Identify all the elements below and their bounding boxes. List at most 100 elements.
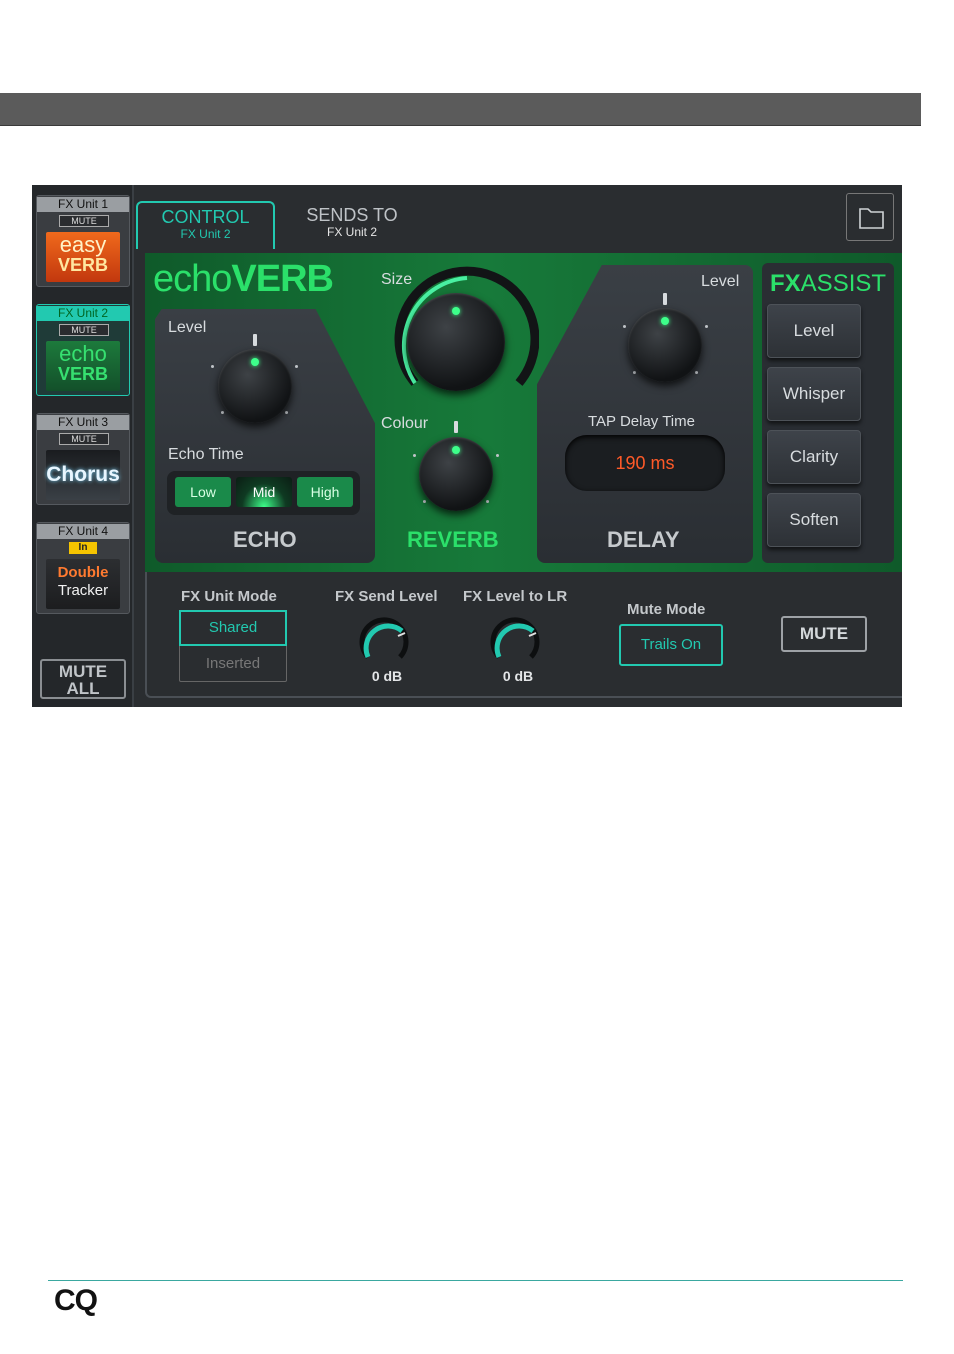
echo-time-low-button[interactable]: Low xyxy=(175,477,231,507)
fx-unit-2[interactable]: FX Unit 2 MUTE echo VERB xyxy=(36,304,130,396)
art-line-2: VERB xyxy=(57,255,108,275)
assist-soften-button[interactable]: Soften xyxy=(767,493,861,547)
fx-assist-bold: FX xyxy=(770,270,801,297)
tab-control[interactable]: CONTROL FX Unit 2 xyxy=(136,201,275,249)
art-line-1: Double xyxy=(57,564,109,581)
fx-unit-3[interactable]: FX Unit 3 MUTE Chorus xyxy=(36,413,130,505)
fx-level-lr-label: FX Level to LR xyxy=(463,588,568,605)
unit-mute-badge[interactable]: MUTE xyxy=(59,215,109,227)
knob-tick xyxy=(633,371,636,374)
mute-all-button[interactable]: MUTE ALL xyxy=(40,659,126,699)
tab-sends-sub: FX Unit 2 xyxy=(326,225,377,239)
mode-inserted-button[interactable]: Inserted xyxy=(180,647,286,681)
assist-level-button[interactable]: Level xyxy=(767,304,861,358)
fx-level-lr-value: 0 dB xyxy=(502,668,534,684)
trails-on-button[interactable]: Trails On xyxy=(619,624,723,666)
folder-icon xyxy=(859,208,884,229)
unit-in-badge[interactable]: In xyxy=(69,542,97,554)
fx-unit-label: FX Unit 3 xyxy=(37,415,129,430)
echo-time-mid-button[interactable]: Mid xyxy=(236,477,292,507)
fx-unit-settings: FX Unit Mode Shared Inserted FX Send Lev… xyxy=(145,572,902,698)
knob-tick xyxy=(695,371,698,374)
fx-send-level-label: FX Send Level xyxy=(335,588,438,605)
assist-clarity-button[interactable]: Clarity xyxy=(767,430,861,484)
tab-control-sub: FX Unit 2 xyxy=(180,227,231,241)
knob-tick xyxy=(295,365,298,368)
art-line-2: Tracker xyxy=(57,582,109,599)
knob-indicator xyxy=(251,358,259,366)
knob-tick xyxy=(423,500,426,503)
logo-light: echo xyxy=(153,258,232,300)
echoverb-logo: echoVERB xyxy=(153,258,334,300)
tap-delay-time-display[interactable]: 190 ms xyxy=(565,435,725,491)
echo-time-label: Echo Time xyxy=(168,446,244,463)
reverb-title: REVERB xyxy=(407,527,499,552)
easyverb-art: easy VERB xyxy=(46,232,120,282)
footer-divider xyxy=(48,1280,903,1281)
echo-level-knob[interactable] xyxy=(218,349,292,423)
art-line-1: easy xyxy=(59,232,107,257)
library-folder-button[interactable] xyxy=(846,193,894,241)
fx-send-level-value: 0 dB xyxy=(371,668,403,684)
echoverb-panel: echoVERB Level Echo Time Low Mid High EC… xyxy=(145,253,902,572)
tab-control-label: CONTROL xyxy=(161,207,250,227)
mute-all-line-2: ALL xyxy=(66,679,100,698)
unit-mute-badge[interactable]: MUTE xyxy=(59,433,109,445)
mute-mode-label: Mute Mode xyxy=(627,601,706,618)
fx-unit-label: FX Unit 2 xyxy=(37,306,129,321)
reverb-size-knob[interactable] xyxy=(407,293,505,391)
assist-whisper-button[interactable]: Whisper xyxy=(767,367,861,421)
fx-control-screen: FX Unit 1 MUTE easy VERB FX Unit 2 MUTE … xyxy=(32,185,902,707)
fx-send-level-knob[interactable] xyxy=(355,612,413,670)
knob-tick xyxy=(253,334,257,346)
cq-logo: CQ xyxy=(54,1284,98,1317)
fx-assist-title: FXASSIST xyxy=(770,271,886,297)
page-header-band xyxy=(0,93,921,126)
tab-sends-to[interactable]: SENDS TO FX Unit 2 xyxy=(287,201,417,245)
tap-delay-label: TAP Delay Time xyxy=(588,413,695,430)
knob-tick xyxy=(221,411,224,414)
fx-unit-1[interactable]: FX Unit 1 MUTE easy VERB xyxy=(36,195,130,287)
art-line-1: Chorus xyxy=(46,463,120,486)
delay-level-knob[interactable] xyxy=(628,308,702,382)
knob-indicator xyxy=(661,317,669,325)
echo-level-label: Level xyxy=(168,319,207,336)
art-line-2: VERB xyxy=(57,364,108,384)
tab-sends-label: SENDS TO xyxy=(306,205,398,225)
knob-tick xyxy=(496,454,499,457)
fx-level-lr-knob[interactable] xyxy=(486,612,544,670)
knob-tick xyxy=(705,325,708,328)
fx-unit-label: FX Unit 4 xyxy=(37,524,129,539)
logo-bold: VERB xyxy=(231,258,334,300)
knob-tick xyxy=(454,421,458,433)
delay-title: DELAY xyxy=(607,527,680,552)
art-line-1: echo xyxy=(59,341,107,366)
delay-level-label: Level xyxy=(701,273,740,290)
echo-section xyxy=(155,309,375,563)
fx-unit-strip: FX Unit 1 MUTE easy VERB FX Unit 2 MUTE … xyxy=(32,185,134,707)
knob-indicator xyxy=(452,446,460,454)
mode-shared-button[interactable]: Shared xyxy=(179,610,287,646)
reverb-colour-knob[interactable] xyxy=(419,437,493,511)
fx-unit-label: FX Unit 1 xyxy=(37,197,129,212)
unit-mute-badge[interactable]: MUTE xyxy=(59,324,109,336)
fx-unit-mode-label: FX Unit Mode xyxy=(181,588,277,605)
mute-all-line-1: MUTE xyxy=(58,662,108,681)
echo-time-selector: Low Mid High xyxy=(167,471,360,515)
fx-unit-4[interactable]: FX Unit 4 In Double Tracker xyxy=(36,522,130,614)
double-tracker-art: Double Tracker xyxy=(46,559,120,609)
echo-title: ECHO xyxy=(233,527,297,552)
knob-tick xyxy=(285,411,288,414)
echo-time-high-button[interactable]: High xyxy=(297,477,353,507)
mute-button[interactable]: MUTE xyxy=(781,616,867,652)
knob-tick xyxy=(623,325,626,328)
knob-tick xyxy=(663,293,667,305)
fx-unit-mode-selector: Shared Inserted xyxy=(179,610,287,682)
knob-tick xyxy=(211,365,214,368)
knob-tick xyxy=(486,500,489,503)
knob-indicator xyxy=(452,307,460,315)
chorus-art: Chorus xyxy=(46,450,120,500)
reverb-colour-label: Colour xyxy=(381,415,429,432)
echoverb-art: echo VERB xyxy=(46,341,120,391)
knob-tick xyxy=(413,454,416,457)
